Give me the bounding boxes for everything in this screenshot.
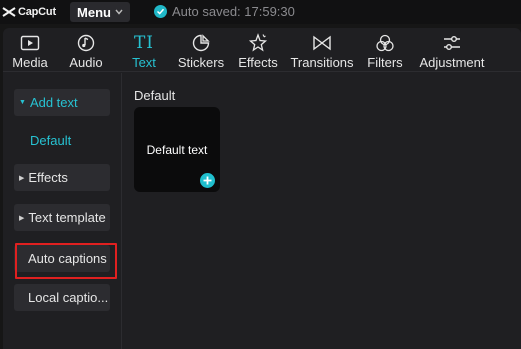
tab-bar: Media Audio TI Text Stickers Effects Tra… [3,28,521,72]
caret-down-icon: ▼ [19,99,26,106]
stickers-icon [192,32,210,53]
tab-media-label: Media [12,55,48,70]
tab-text[interactable]: TI Text [129,32,159,71]
text-icon-glyph: TI [133,32,155,53]
sidebar-item-local-captions[interactable]: Local captio... [14,284,110,311]
media-panel: Media Audio TI Text Stickers Effects Tra… [3,28,521,349]
app-logo: CapCut [2,4,56,20]
tab-transitions[interactable]: Transitions [290,32,354,70]
caret-right-icon: ▶ [19,214,25,222]
app-logo-text: CapCut [18,6,56,18]
tab-stickers-label: Stickers [177,55,225,70]
default-text-card[interactable]: Default text [134,107,220,192]
tab-effects-label: Effects [238,55,278,70]
add-button[interactable] [200,173,215,188]
sidebar-item-label: Local captio... [28,290,109,305]
tab-text-label: Text [132,55,156,70]
tab-audio-label: Audio [69,55,103,70]
effects-icon [248,32,268,53]
section-title: Default [134,88,176,103]
filters-icon [375,32,395,53]
tab-effects[interactable]: Effects [238,32,278,70]
media-icon [20,32,40,53]
title-bar: CapCut Menu Auto saved: 17:59:30 [0,0,521,24]
sidebar-item-effects[interactable]: ▶ Effects [14,164,110,191]
plus-icon [203,176,212,185]
sidebar-item-add-text[interactable]: ▼ Add text [14,89,110,116]
tab-filters[interactable]: Filters [366,32,404,70]
capcut-logo-icon [2,7,16,17]
tab-adjustment-label: Adjustment [419,55,485,70]
caret-right-icon: ▶ [19,174,25,182]
transitions-icon [312,32,332,53]
text-sidebar: ▼ Add text Default ▶ Effects ▶ Text temp… [3,73,122,349]
highlight-box [15,243,117,279]
tab-audio[interactable]: Audio [66,32,106,70]
adjustment-icon [442,32,462,53]
chevron-down-icon [115,9,123,15]
sidebar-item-text-template[interactable]: ▶ Text template [14,204,110,231]
menu-button[interactable]: Menu [70,2,130,22]
text-icon: TI [134,32,154,53]
tab-stickers[interactable]: Stickers [177,32,225,70]
tab-filters-label: Filters [367,55,403,70]
sidebar-item-label: Text template [28,210,106,225]
card-label: Default text [146,143,208,157]
audio-icon [77,32,95,53]
tab-transitions-label: Transitions [290,55,354,70]
sidebar-item-label: Effects [28,170,68,185]
sidebar-item-default[interactable]: Default [30,133,71,148]
tab-adjustment[interactable]: Adjustment [417,32,487,70]
tab-media[interactable]: Media [9,32,51,70]
autosave-text: Auto saved: 17:59:30 [172,4,295,19]
menu-button-label: Menu [77,4,111,20]
sidebar-item-label: Add text [29,95,78,110]
autosave-status: Auto saved: 17:59:30 [154,4,295,19]
check-circle-icon [154,5,167,18]
